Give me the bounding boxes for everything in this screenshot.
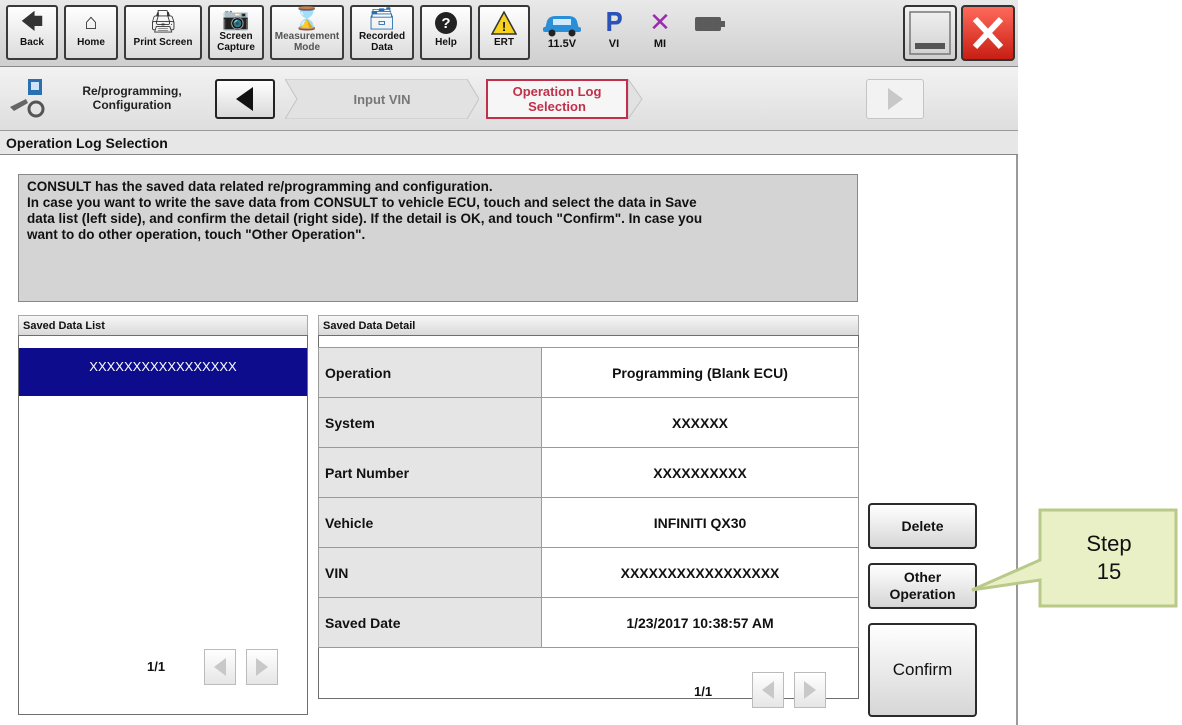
list-prev-button[interactable] [204,649,236,685]
antenna-icon: 𝚸 [605,7,623,37]
saved-data-list: XXXXXXXXXXXXXXXXX 1/1 [18,335,308,715]
back-button[interactable]: 🡄 Back [6,5,58,60]
right-arrow-icon [888,88,903,110]
detail-label: System [318,397,542,448]
home-button[interactable]: ⌂ Home [64,5,118,60]
detail-page-indicator: 1/1 [694,684,713,699]
instruction-message: CONSULT has the saved data related re/pr… [18,174,858,302]
table-row: Part Number XXXXXXXXXX [318,447,859,498]
confirm-button[interactable]: Confirm [868,623,977,717]
detail-label: Part Number [318,447,542,498]
table-row: VIN XXXXXXXXXXXXXXXXX [318,547,859,598]
measurement-icon: ⌛ [293,6,321,31]
vi-indicator: 𝚸 VI [594,6,634,50]
detail-value: INFINITI QX30 [541,497,859,548]
toolbar: 🡄 Back ⌂ Home 🖨 Print Screen 📷 Screen Ca… [0,0,1018,67]
detail-label: VIN [318,547,542,598]
battery-indicator [688,6,732,38]
battery-icon [688,6,732,38]
detail-value: XXXXXX [541,397,859,448]
table-row: Operation Programming (Blank ECU) [318,347,859,398]
car-icon [536,6,588,38]
table-row: Saved Date 1/23/2017 10:38:57 AM [318,597,859,648]
question-icon: ? [422,7,470,37]
printer-icon: 🖨 [149,9,177,34]
consult-screen: 🡄 Back ⌂ Home 🖨 Print Screen 📷 Screen Ca… [0,0,1018,725]
right-arrow-icon [256,658,268,676]
warning-icon: ! [480,7,528,37]
minimize-icon [909,11,951,55]
svg-text:!: ! [502,19,506,34]
list-next-button[interactable] [246,649,278,685]
screen-capture-button[interactable]: 📷 Screen Capture [208,5,264,60]
detail-label: Operation [318,347,542,398]
step-callout: Step 15 [971,508,1178,608]
close-button[interactable] [961,5,1015,61]
back-arrow-icon: 🡄 [20,9,44,34]
step-input-vin: Input VIN [285,79,479,119]
ert-button[interactable]: ! ERT [478,5,530,60]
page-title: Operation Log Selection [0,131,1018,155]
saved-data-list-header: Saved Data List [18,315,308,335]
list-item[interactable]: XXXXXXXXXXXXXXXXX [19,348,307,396]
step-arrow-icon [628,79,643,119]
recorded-data-icon: 🗃 [368,6,396,31]
callout-step-label: Step [1086,531,1132,556]
table-row: Vehicle INFINITI QX30 [318,497,859,548]
print-screen-button[interactable]: 🖨 Print Screen [124,5,202,60]
recorded-data-button[interactable]: 🗃 Recorded Data [350,5,414,60]
detail-label: Saved Date [318,597,542,648]
camera-icon: 📷 [222,6,250,31]
detail-prev-button[interactable] [752,672,784,708]
detail-table: Operation Programming (Blank ECU) System… [318,347,859,648]
callout-step-number: 15 [1096,559,1122,584]
home-icon: ⌂ [84,9,98,34]
detail-value: XXXXXXXXXXXXXXXXX [541,547,859,598]
help-button[interactable]: ? Help [420,5,472,60]
detail-value: Programming (Blank ECU) [541,347,859,398]
other-operation-button[interactable]: Other Operation [868,563,977,609]
mi-indicator: ✕ MI [640,6,680,50]
module-label: Re/programming, Configuration [82,84,182,112]
mi-cross-icon: ✕ [649,7,671,37]
detail-label: Vehicle [318,497,542,548]
reprogramming-icon [6,77,48,119]
table-row: System XXXXXX [318,397,859,448]
detail-value: XXXXXXXXXX [541,447,859,498]
battery-voltage-indicator: 11.5V [536,6,588,50]
svg-text:?: ? [441,15,450,32]
delete-button[interactable]: Delete [868,503,977,549]
measurement-mode-button[interactable]: ⌛ Measurement Mode [270,5,344,60]
navigation-bar: Re/programming, Configuration Input VIN … [0,67,1018,131]
close-icon [972,16,1004,50]
nav-next-button[interactable] [866,79,924,119]
step-operation-log-selection: Operation Log Selection [486,79,628,119]
minimize-button[interactable] [903,5,957,61]
saved-data-detail-header: Saved Data Detail [318,315,859,335]
left-arrow-icon [236,87,253,111]
left-arrow-icon [214,658,226,676]
right-arrow-icon [804,681,816,699]
detail-next-button[interactable] [794,672,826,708]
detail-value: 1/23/2017 10:38:57 AM [541,597,859,648]
list-page-indicator: 1/1 [147,659,166,674]
left-arrow-icon [762,681,774,699]
nav-back-button[interactable] [215,79,275,119]
